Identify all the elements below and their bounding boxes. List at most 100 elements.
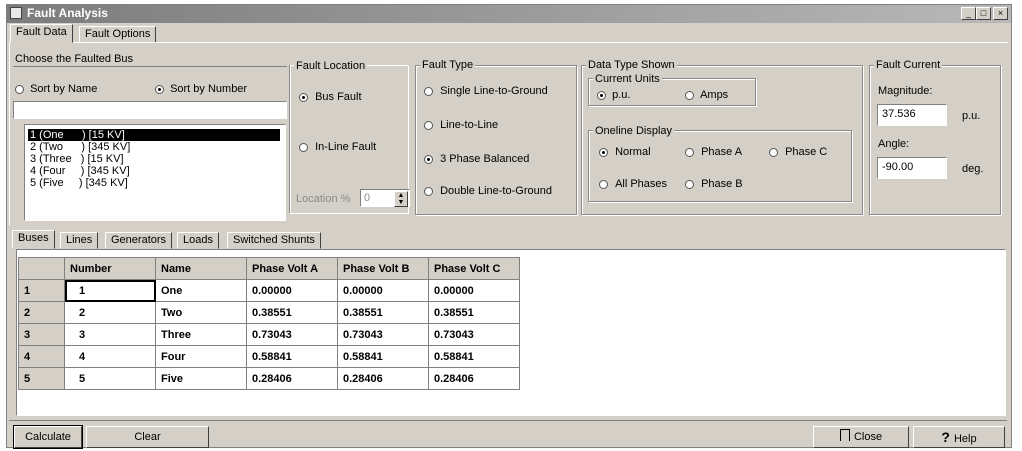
- row-header[interactable]: 2: [18, 301, 65, 324]
- row-header[interactable]: 5: [18, 367, 65, 390]
- help-button[interactable]: ? Help: [913, 426, 1005, 448]
- single-line-ground-option[interactable]: Single Line-to-Ground: [424, 85, 548, 97]
- phase-b-option[interactable]: Phase B: [685, 178, 743, 190]
- phase-volt-a-cell[interactable]: 0.73043: [246, 323, 338, 346]
- fault-type-group: Fault Type Single Line-to-Ground Line-to…: [415, 59, 577, 215]
- fault-type-label: 3 Phase Balanced: [440, 153, 530, 165]
- sort-by-name-option[interactable]: Sort by Name: [15, 83, 97, 95]
- double-line-ground-option[interactable]: Double Line-to-Ground: [424, 185, 552, 197]
- phase-volt-b-cell[interactable]: 0.58841: [337, 345, 429, 368]
- row-header[interactable]: 1: [18, 279, 65, 302]
- pu-option[interactable]: p.u.: [597, 89, 630, 101]
- data-type-group: Data Type Shown Current Units p.u. Amps …: [581, 59, 863, 215]
- tab-lines[interactable]: Lines: [60, 232, 99, 249]
- number-cell[interactable]: 2: [64, 301, 156, 324]
- row-header[interactable]: 3: [18, 323, 65, 346]
- three-phase-balanced-option[interactable]: 3 Phase Balanced: [424, 153, 529, 165]
- radio-icon: [685, 90, 694, 100]
- radio-selected-icon: [599, 147, 608, 157]
- phase-volt-c-cell[interactable]: 0.28406: [428, 367, 520, 390]
- fault-type-title: Fault Type: [420, 59, 476, 71]
- location-percent-input[interactable]: 0 ▲ ▼: [360, 189, 410, 207]
- bus-search-input[interactable]: [13, 101, 287, 119]
- fault-type-label: Line-to-Line: [440, 119, 499, 131]
- phase-volt-a-cell[interactable]: 0.28406: [246, 367, 338, 390]
- bus-fault-option[interactable]: Bus Fault: [299, 91, 362, 103]
- phase-volt-a-cell[interactable]: 0.58841: [246, 345, 338, 368]
- name-cell[interactable]: Two: [155, 301, 247, 324]
- title-bar[interactable]: Fault Analysis _ □ ×: [7, 5, 1011, 23]
- angle-field[interactable]: -90.00: [877, 157, 947, 179]
- column-header-phase-volt-a[interactable]: Phase Volt A: [246, 257, 338, 280]
- fault-location-group: Fault Location Bus Fault In-Line Fault L…: [289, 60, 410, 213]
- table-row[interactable]: 2 2 Two 0.38551 0.38551 0.38551: [18, 301, 520, 324]
- tab-generators[interactable]: Generators: [105, 232, 173, 249]
- tab-fault-data[interactable]: Fault Data: [10, 24, 73, 43]
- phase-volt-b-cell[interactable]: 0.28406: [337, 367, 429, 390]
- normal-option[interactable]: Normal: [599, 146, 651, 158]
- phase-volt-b-cell[interactable]: 0.00000: [337, 279, 429, 302]
- tab-loads[interactable]: Loads: [177, 232, 219, 249]
- phase-a-option[interactable]: Phase A: [685, 146, 742, 158]
- choose-bus-title: Choose the Faulted Bus: [15, 53, 134, 65]
- number-cell[interactable]: 3: [64, 323, 156, 346]
- help-button-label: Help: [953, 433, 977, 445]
- phase-volt-c-cell[interactable]: 0.73043: [428, 323, 520, 346]
- angle-unit: deg.: [962, 163, 984, 175]
- tab-switched-shunts[interactable]: Switched Shunts: [227, 232, 321, 249]
- bus-list-item[interactable]: 5 (Five ) [345 KV]: [30, 177, 128, 189]
- phase-volt-b-cell[interactable]: 0.73043: [337, 323, 429, 346]
- location-percent-value: 0: [364, 192, 371, 204]
- magnitude-label: Magnitude:: [878, 85, 933, 97]
- bus-list-item[interactable]: 3 (Three ) [15 KV]: [30, 153, 124, 165]
- bus-list-item[interactable]: 2 (Two ) [345 KV]: [30, 141, 130, 153]
- column-header-phase-volt-c[interactable]: Phase Volt C: [428, 257, 520, 280]
- amps-option[interactable]: Amps: [685, 89, 728, 101]
- clear-button[interactable]: Clear: [86, 426, 209, 448]
- radio-selected-icon: [299, 92, 308, 102]
- name-cell[interactable]: One: [155, 279, 247, 302]
- inline-fault-option[interactable]: In-Line Fault: [299, 141, 376, 153]
- phase-volt-a-cell[interactable]: 0.00000: [246, 279, 338, 302]
- number-cell[interactable]: 1: [64, 279, 156, 302]
- tab-buses[interactable]: Buses: [12, 230, 55, 249]
- minimize-button[interactable]: _: [961, 7, 976, 20]
- phase-volt-c-cell[interactable]: 0.58841: [428, 345, 520, 368]
- buses-table[interactable]: Number Name Phase Volt A Phase Volt B Ph…: [18, 257, 520, 390]
- column-header-number[interactable]: Number: [64, 257, 156, 280]
- tab-fault-options[interactable]: Fault Options: [79, 26, 157, 43]
- phase-volt-a-cell[interactable]: 0.38551: [246, 301, 338, 324]
- line-to-line-option[interactable]: Line-to-Line: [424, 119, 498, 131]
- row-header[interactable]: 4: [18, 345, 65, 368]
- phase-c-option[interactable]: Phase C: [769, 146, 827, 158]
- sort-by-number-option[interactable]: Sort by Number: [155, 83, 247, 95]
- magnitude-field[interactable]: 37.536: [877, 104, 947, 126]
- all-phases-option[interactable]: All Phases: [599, 178, 667, 190]
- sort-by-number-label: Sort by Number: [170, 83, 248, 95]
- all-phases-label: All Phases: [615, 178, 668, 190]
- column-header-name[interactable]: Name: [155, 257, 247, 280]
- calculate-button[interactable]: Calculate: [13, 425, 83, 449]
- table-row[interactable]: 3 3 Three 0.73043 0.73043 0.73043: [18, 323, 520, 346]
- close-window-button[interactable]: ×: [993, 7, 1008, 20]
- bus-list-item-selected[interactable]: 1 (One ) [15 KV]: [28, 129, 280, 141]
- close-button[interactable]: Close: [813, 426, 909, 448]
- phase-volt-c-cell[interactable]: 0.38551: [428, 301, 520, 324]
- table-row[interactable]: 5 5 Five 0.28406 0.28406 0.28406: [18, 367, 520, 390]
- name-cell[interactable]: Five: [155, 367, 247, 390]
- bus-list-item[interactable]: 4 (Four ) [345 KV]: [30, 165, 130, 177]
- number-cell[interactable]: 4: [64, 345, 156, 368]
- number-cell[interactable]: 5: [64, 367, 156, 390]
- phase-volt-b-cell[interactable]: 0.38551: [337, 301, 429, 324]
- table-row[interactable]: 1 1 One 0.00000 0.00000 0.00000: [18, 279, 520, 302]
- table-row[interactable]: 4 4 Four 0.58841 0.58841 0.58841: [18, 345, 520, 368]
- name-cell[interactable]: Four: [155, 345, 247, 368]
- spinner-arrows-icon[interactable]: ▲ ▼: [394, 191, 408, 207]
- name-cell[interactable]: Three: [155, 323, 247, 346]
- column-header-phase-volt-b[interactable]: Phase Volt B: [337, 257, 429, 280]
- window-title: Fault Analysis: [27, 6, 108, 20]
- bus-list[interactable]: 1 (One ) [15 KV] 2 (Two ) [345 KV] 3 (Th…: [24, 124, 286, 221]
- radio-icon: [424, 86, 433, 96]
- maximize-button[interactable]: □: [976, 7, 991, 20]
- phase-volt-c-cell[interactable]: 0.00000: [428, 279, 520, 302]
